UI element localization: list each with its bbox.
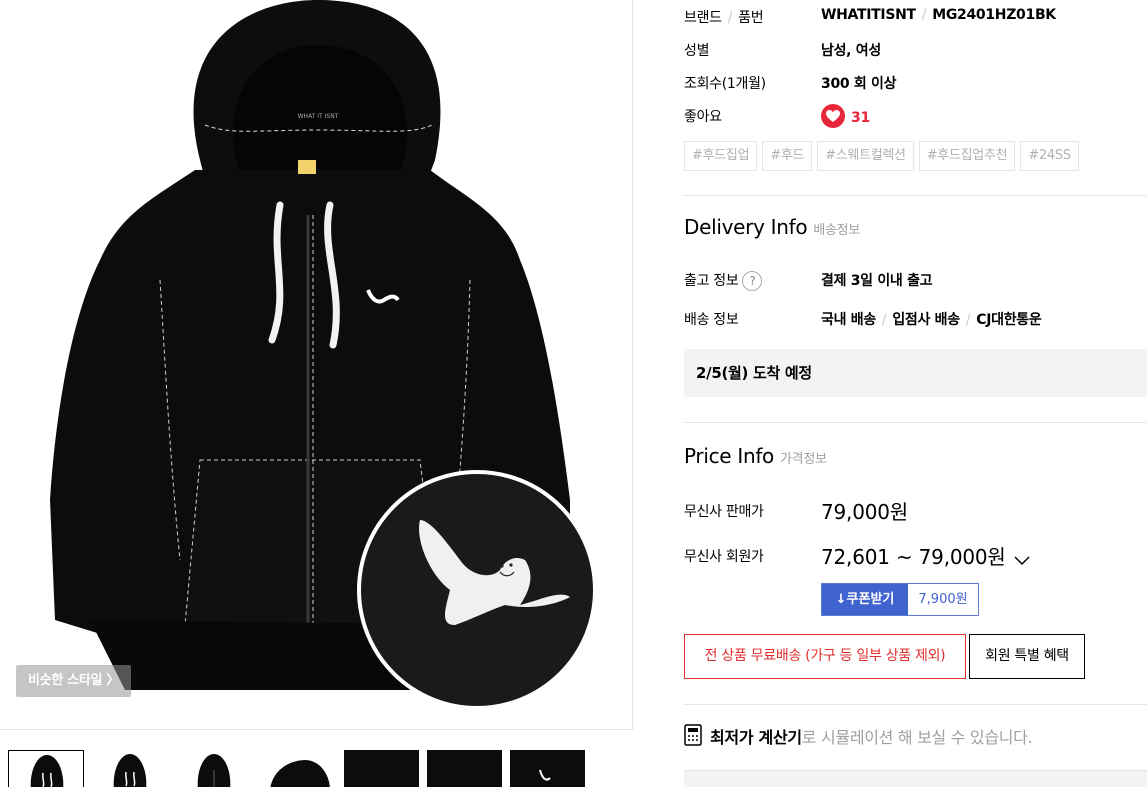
section-divider (684, 704, 1147, 705)
sale-price-value: 79,000원 (821, 500, 908, 524)
brand-label: 브랜드 (684, 10, 722, 26)
svg-text:WHAT IT ISNT: WHAT IT ISNT (298, 113, 339, 120)
calculator-title: 최저가 계산기 (710, 728, 802, 747)
section-divider (684, 422, 1147, 423)
free-shipping-badge[interactable]: 전 상품 무료배송 (가구 등 일부 상품 제외) (684, 634, 966, 679)
release-label: 출고 정보 (684, 273, 739, 289)
tag-item[interactable]: #후드 (762, 141, 813, 171)
release-value: 결제 3일 이내 출고 (821, 273, 933, 289)
section-divider (684, 195, 1147, 196)
thumbnail-2[interactable] (92, 750, 168, 787)
likes-count: 31 (851, 110, 870, 126)
coupon-button[interactable]: ↓쿠폰받기 (822, 584, 908, 615)
delivery-section-title: Delivery Info 배송정보 (684, 215, 860, 239)
similar-style-button[interactable]: 비슷한 스타일 〉 (16, 665, 132, 697)
gender-label: 성별 (684, 43, 710, 59)
calculator-panel (684, 770, 1147, 787)
member-price-wrap[interactable]: 72,601 ~ 79,000원 (821, 541, 1030, 571)
tag-item[interactable]: #후드집업추천 (918, 141, 1016, 171)
sku-label: 품번 (738, 10, 764, 26)
shipping-value: 입점사 배송 (892, 312, 960, 328)
brand-link[interactable]: WHATITISNT (821, 7, 916, 23)
coupon-download[interactable]: ↓쿠폰받기 7,900원 (821, 583, 979, 616)
thumbnail-5[interactable] (344, 750, 419, 787)
calculator-desc: 로 시뮬레이션 해 보실 수 있습니다. (801, 728, 1033, 747)
member-price-value: 72,601 ~ 79,000원 (821, 545, 1006, 569)
views-value: 300 회 이상 (821, 76, 897, 92)
tag-item[interactable]: #24SS (1020, 141, 1079, 171)
tag-item[interactable]: #후드집업 (684, 141, 758, 171)
thumbnail-strip (8, 750, 585, 787)
thumbnail-6[interactable] (427, 750, 502, 787)
coupon-amount: 7,900원 (908, 584, 978, 615)
gender-value: 남성, 여성 (821, 43, 881, 59)
thumbnail-7[interactable] (510, 750, 585, 787)
delivery-eta: 2/5(월) 도착 예정 (684, 349, 1147, 397)
thumbnail-4[interactable] (260, 750, 336, 787)
heart-icon[interactable] (821, 104, 845, 128)
shipping-label: 배송 정보 (684, 312, 739, 328)
price-calculator[interactable]: 최저가 계산기로 시뮬레이션 해 보실 수 있습니다. (684, 723, 1033, 752)
price-section-title: Price Info 가격정보 (684, 444, 827, 468)
sku-value: MG2401HZ01BK (932, 7, 1056, 23)
download-icon: ↓ (835, 592, 847, 607)
chevron-down-icon[interactable] (1014, 547, 1030, 571)
calculator-icon (684, 723, 702, 750)
product-image: WHAT IT ISNT (50, 0, 597, 710)
tag-item[interactable]: #스웨트컬렉션 (817, 141, 914, 171)
member-price-label: 무신사 회원가 (684, 549, 764, 565)
tag-list: #후드집업 #후드 #스웨트컬렉션 #후드집업추천 #24SS (684, 141, 1079, 171)
member-benefit-button[interactable]: 회원 특별 혜택 (969, 634, 1085, 679)
product-image-gallery[interactable]: WHAT IT ISNT 비슷한 스타일 〉 (0, 0, 633, 730)
views-label: 조회수(1개월) (684, 76, 766, 92)
shipping-value: 국내 배송 (821, 312, 876, 328)
help-icon[interactable]: ? (742, 271, 763, 291)
thumbnail-1[interactable] (8, 750, 84, 787)
shipping-value: CJ대한통운 (976, 312, 1042, 328)
likes-label: 좋아요 (684, 109, 722, 125)
thumbnail-3[interactable] (176, 750, 252, 787)
sale-price-label: 무신사 판매가 (684, 504, 764, 520)
